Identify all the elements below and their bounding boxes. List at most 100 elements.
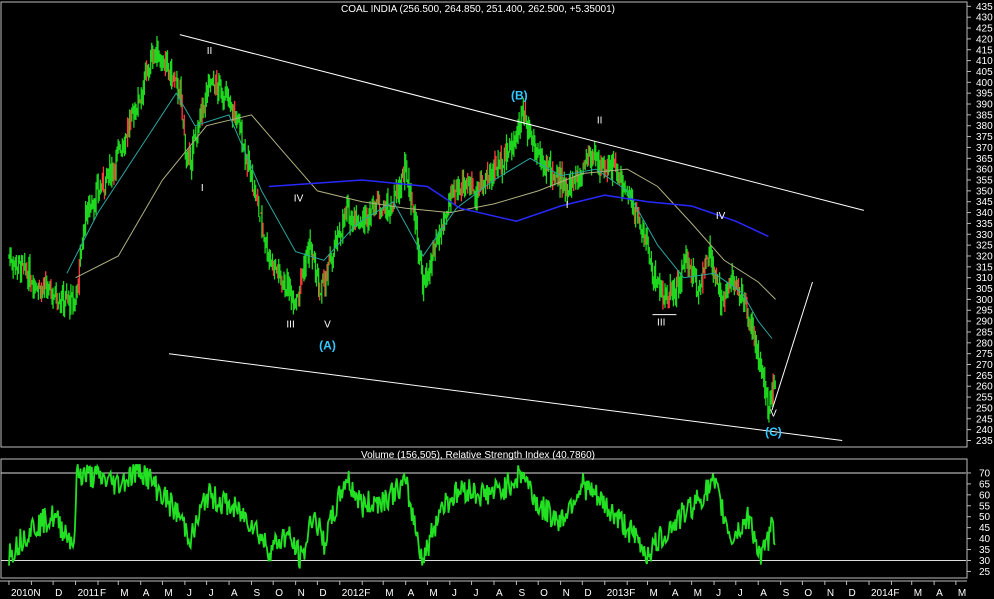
x-tick-label: 2012 xyxy=(342,588,365,599)
price-tick-label: 355 xyxy=(976,176,993,187)
price-tick-label: 325 xyxy=(976,241,993,252)
wave-label: V xyxy=(770,409,777,420)
wave-label: V xyxy=(324,320,331,331)
x-tick-label: O xyxy=(804,588,812,599)
wave-label: (C) xyxy=(765,425,782,439)
x-tick-label: J xyxy=(716,588,721,599)
price-tick-label: 290 xyxy=(976,317,993,328)
x-tick-label: A xyxy=(143,588,150,599)
x-tick-label: M xyxy=(958,588,966,599)
rsi-tick-label: 65 xyxy=(979,479,991,490)
price-tick-label: 330 xyxy=(976,230,993,241)
rsi-tick-label: 25 xyxy=(979,567,991,578)
price-tick-label: 260 xyxy=(976,382,993,393)
x-tick-label: S xyxy=(253,588,260,599)
wave-label: I xyxy=(566,200,569,211)
price-tick-label: 390 xyxy=(976,100,993,111)
wave-label: IV xyxy=(294,194,304,205)
price-tick-label: 270 xyxy=(976,360,993,371)
x-tick-label: M xyxy=(385,588,393,599)
chart-background xyxy=(0,0,994,599)
x-tick-label: A xyxy=(231,588,238,599)
x-tick-label: 2010 xyxy=(11,588,34,599)
rsi-tick-label: 45 xyxy=(979,523,991,534)
price-tick-label: 405 xyxy=(976,67,993,78)
price-tick-label: 360 xyxy=(976,165,993,176)
price-tick-label: 245 xyxy=(976,414,993,425)
x-tick-label: A xyxy=(936,588,943,599)
price-tick-label: 345 xyxy=(976,197,993,208)
price-tick-label: 265 xyxy=(976,371,993,382)
wave-label: (B) xyxy=(511,89,528,103)
x-tick-label: F xyxy=(629,588,635,599)
price-tick-label: 420 xyxy=(976,34,993,45)
chart-title: COAL INDIA (256.500, 264.850, 251.400, 2… xyxy=(341,4,615,15)
x-tick-label: A xyxy=(672,588,679,599)
x-tick-label: J xyxy=(738,588,743,599)
x-tick-label: 2013 xyxy=(607,588,630,599)
wave-label: II xyxy=(207,46,213,57)
x-tick-label: D xyxy=(319,588,326,599)
price-tick-label: 435 xyxy=(976,2,993,13)
x-tick-label: O xyxy=(275,588,283,599)
price-tick-label: 250 xyxy=(976,403,993,414)
price-tick-label: 380 xyxy=(976,121,993,132)
price-tick-label: 365 xyxy=(976,154,993,165)
rsi-tick-label: 55 xyxy=(979,501,991,512)
x-tick-label: F xyxy=(893,588,899,599)
price-tick-label: 240 xyxy=(976,425,993,436)
price-tick-label: 400 xyxy=(976,78,993,89)
x-tick-label: N xyxy=(298,588,305,599)
price-tick-label: 370 xyxy=(976,143,993,154)
x-tick-label: M xyxy=(120,588,128,599)
x-tick-label: D xyxy=(584,588,591,599)
wave-label: I xyxy=(201,183,204,194)
price-tick-label: 280 xyxy=(976,338,993,349)
x-tick-label: 2011 xyxy=(78,588,100,599)
price-tick-label: 425 xyxy=(976,24,993,35)
price-chart: COAL INDIA (256.500, 264.850, 251.400, 2… xyxy=(0,0,994,599)
wave-label: IV xyxy=(716,211,726,222)
price-tick-label: 320 xyxy=(976,251,993,262)
x-tick-label: N xyxy=(563,588,570,599)
x-tick-label: 2014 xyxy=(871,588,894,599)
wave-label: III xyxy=(286,320,294,331)
price-tick-label: 275 xyxy=(976,349,993,360)
x-tick-label: F xyxy=(100,588,106,599)
x-tick-label: A xyxy=(408,588,415,599)
x-tick-label: A xyxy=(496,588,503,599)
price-tick-label: 335 xyxy=(976,219,993,230)
price-tick-label: 285 xyxy=(976,327,993,338)
price-tick-label: 305 xyxy=(976,284,993,295)
x-tick-label: D xyxy=(55,588,62,599)
rsi-tick-label: 50 xyxy=(979,512,991,523)
price-tick-label: 385 xyxy=(976,110,993,121)
x-tick-label: M xyxy=(694,588,702,599)
x-tick-label: O xyxy=(540,588,548,599)
wave-label: II xyxy=(597,116,603,127)
price-tick-label: 350 xyxy=(976,186,993,197)
x-tick-label: F xyxy=(364,588,370,599)
price-tick-label: 395 xyxy=(976,89,993,100)
rsi-panel-title: Volume (156,505), Relative Strength Inde… xyxy=(361,450,595,461)
x-tick-label: N xyxy=(33,588,40,599)
x-tick-label: J xyxy=(187,588,192,599)
rsi-tick-label: 60 xyxy=(979,490,991,501)
price-tick-label: 340 xyxy=(976,208,993,219)
x-tick-label: D xyxy=(849,588,856,599)
x-tick-label: A xyxy=(760,588,767,599)
price-tick-label: 310 xyxy=(976,273,993,284)
wave-label: III xyxy=(657,317,665,328)
price-tick-label: 235 xyxy=(976,436,993,447)
rsi-tick-label: 30 xyxy=(979,556,991,567)
x-tick-label: M xyxy=(649,588,657,599)
rsi-tick-label: 70 xyxy=(979,468,991,479)
x-tick-label: N xyxy=(827,588,834,599)
rsi-tick-label: 35 xyxy=(979,545,991,556)
price-tick-label: 315 xyxy=(976,262,993,273)
price-tick-label: 410 xyxy=(976,56,993,67)
price-tick-label: 300 xyxy=(976,295,993,306)
x-tick-label: J xyxy=(452,588,457,599)
x-tick-label: M xyxy=(914,588,922,599)
rsi-tick-label: 40 xyxy=(979,534,991,545)
